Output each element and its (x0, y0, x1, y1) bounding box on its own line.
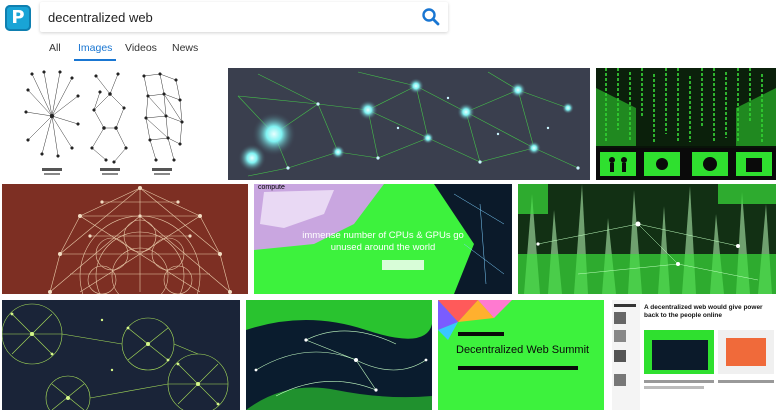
tab-videos[interactable]: Videos (125, 40, 157, 62)
image-result-matrix-code[interactable] (596, 68, 776, 180)
brand-logo-icon[interactable]: P (5, 5, 31, 31)
glowing-network-image (237, 71, 580, 177)
tab-all[interactable]: All (49, 40, 61, 62)
header: P All Images Videos News (0, 0, 780, 62)
tab-news[interactable]: News (172, 40, 198, 62)
search-button[interactable] (420, 6, 442, 28)
geodesic-mesh-image (48, 186, 232, 294)
search-input[interactable] (48, 7, 408, 27)
globe-clusters-image (2, 303, 229, 410)
cpu-gpu-tag: compute (258, 184, 285, 191)
summit-title: Decentralized Web Summit (456, 344, 590, 356)
search-box (40, 2, 448, 32)
image-result-globe-clusters[interactable] (2, 300, 240, 410)
image-result-network-topologies[interactable] (20, 64, 220, 180)
earth-lines-image (246, 300, 432, 410)
article-headline: A decentralized web would give power bac… (644, 304, 763, 319)
matrix-code-image (596, 68, 776, 180)
forest-network-image (518, 184, 776, 294)
image-result-glowing-network[interactable] (228, 68, 590, 180)
image-result-earth-lines[interactable] (246, 300, 432, 410)
image-result-news-article[interactable]: A decentralized web would give power bac… (612, 300, 776, 410)
image-result-cpu-gpu[interactable]: compute immense number of CPUs & GPUs go… (254, 184, 512, 294)
network-topologies-image (24, 70, 184, 175)
cpu-gpu-caption: immense number of CPUs & GPUs go unused … (302, 230, 464, 253)
logo-glyph: P (11, 7, 25, 28)
image-result-forest-network[interactable] (518, 184, 776, 294)
image-result-dweb-summit[interactable]: Decentralized Web Summit (438, 300, 604, 410)
tab-images[interactable]: Images (73, 40, 117, 62)
search-icon (422, 8, 440, 26)
image-result-geodesic-mesh[interactable] (2, 184, 248, 294)
